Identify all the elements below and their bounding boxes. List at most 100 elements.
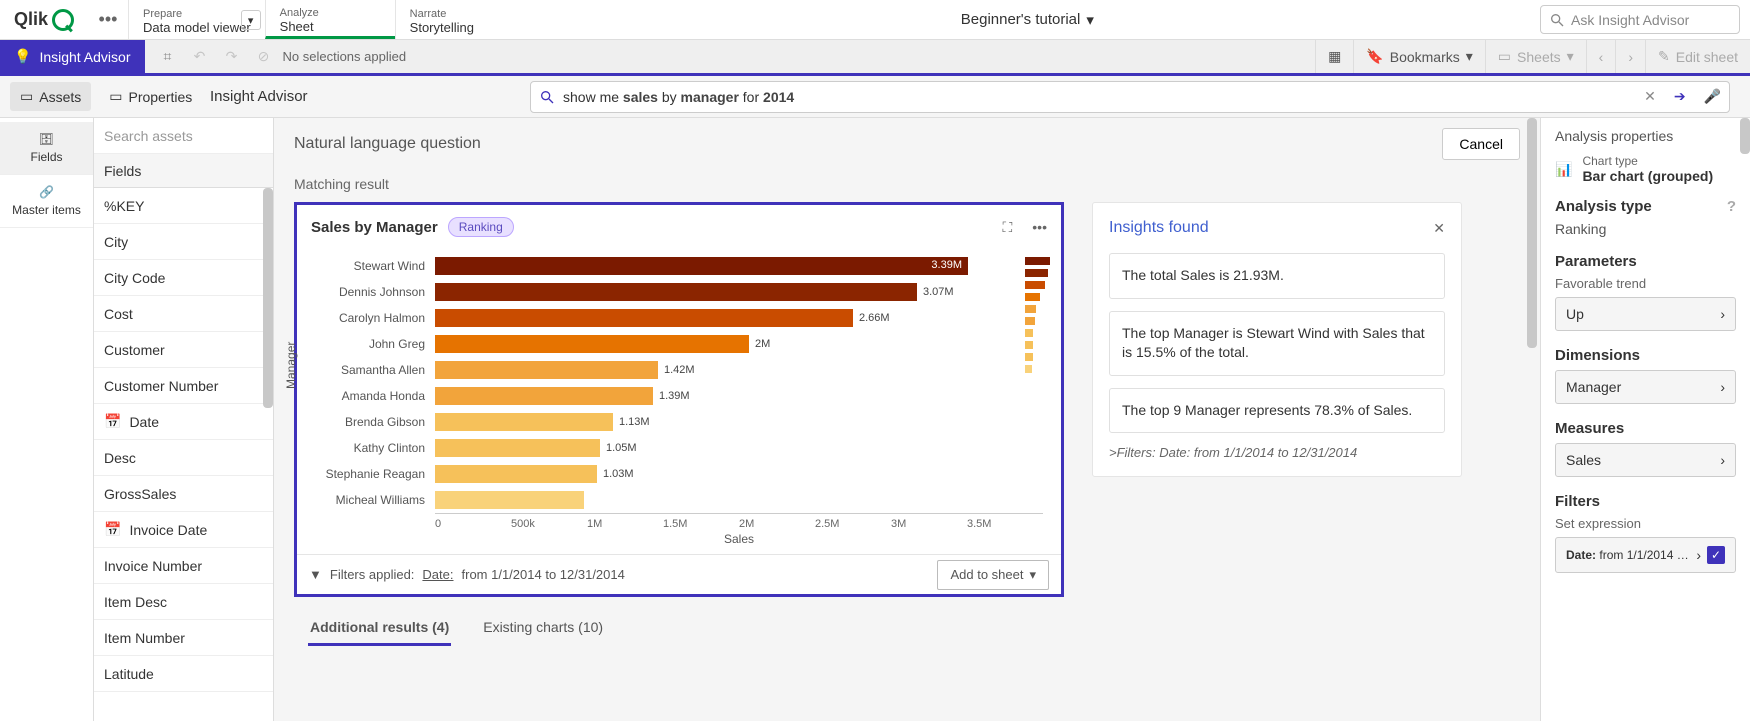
field-item[interactable]: 📅Date (94, 404, 273, 440)
assets-search[interactable]: Search assets (94, 118, 273, 154)
nav-analyze-small: Analyze (280, 7, 381, 19)
filter-field: Date: (422, 567, 453, 582)
close-icon[interactable]: ✕ (1433, 220, 1445, 237)
app-title[interactable]: Beginner's tutorial ▾ (525, 0, 1530, 39)
field-item[interactable]: Desc (94, 440, 273, 476)
chevron-down-icon: ▾ (1029, 567, 1036, 583)
nav-prepare[interactable]: Prepare Data model viewer ▾ (128, 0, 265, 39)
qlik-logo[interactable]: Qlik (0, 0, 88, 39)
bar-row[interactable]: Amanda Honda1.39M (315, 383, 1043, 409)
fullscreen-icon[interactable]: ⛶ (1002, 219, 1012, 236)
field-item[interactable]: GrossSales (94, 476, 273, 512)
bar-row[interactable]: John Greg2M (315, 331, 1043, 357)
analysis-badge: Ranking (448, 217, 514, 237)
nav-analyze[interactable]: Analyze Sheet (265, 0, 395, 39)
more-icon[interactable]: ••• (1032, 219, 1047, 235)
bar-category: Brenda Gibson (315, 415, 435, 429)
query-input[interactable]: show me sales by manager for 2014 ✕ ➔ 🎤 (530, 81, 1730, 113)
filter-value: from 1/1/2014 to 12/31/2014 (462, 567, 625, 582)
bar-row[interactable]: Samantha Allen1.42M (315, 357, 1043, 383)
panel-header: Analysis properties (1555, 128, 1736, 144)
cancel-button[interactable]: Cancel (1442, 128, 1520, 160)
bar-row[interactable]: Dennis Johnson3.07M (315, 279, 1043, 305)
assets-scrollbar[interactable] (263, 188, 273, 408)
field-item[interactable]: 📅Invoice Date (94, 512, 273, 548)
x-tick: 1.5M (663, 518, 739, 530)
dimension-selector[interactable]: Manager › (1555, 370, 1736, 404)
rail-fields[interactable]: 🗄 Fields (0, 122, 93, 175)
filter-icon: ▼ (309, 567, 322, 582)
bar-value: 1.03M (603, 468, 634, 480)
bar-value: 3.39M (931, 259, 962, 271)
prev-sheet-button[interactable]: ‹ (1586, 40, 1616, 73)
insight-card[interactable]: The top Manager is Stewart Wind with Sal… (1109, 311, 1445, 376)
tab-existing-charts[interactable]: Existing charts (10) (481, 611, 605, 646)
sheet-icon: ▭ (1498, 48, 1511, 65)
help-icon[interactable]: ? (1727, 198, 1736, 215)
field-item[interactable]: Item Number (94, 620, 273, 656)
filter-checkbox[interactable]: ✓ (1707, 546, 1725, 564)
bar-category: Stephanie Reagan (315, 467, 435, 481)
insight-advisor-button[interactable]: 💡 Insight Advisor (0, 40, 145, 73)
minimap[interactable] (1025, 257, 1051, 377)
bar (435, 465, 597, 483)
field-item[interactable]: City Code (94, 260, 273, 296)
sheets-button[interactable]: ▭ Sheets ▾ (1485, 40, 1586, 73)
field-item[interactable]: %KEY (94, 188, 273, 224)
bar-row[interactable]: Brenda Gibson1.13M (315, 409, 1043, 435)
bar-row[interactable]: Kathy Clinton1.05M (315, 435, 1043, 461)
favorable-selector[interactable]: Up › (1555, 297, 1736, 331)
nav-narrate[interactable]: Narrate Storytelling (395, 0, 525, 39)
field-item[interactable]: Item Desc (94, 584, 273, 620)
selections-tool-icon[interactable]: ▦ (1315, 40, 1353, 73)
microphone-icon[interactable]: 🎤 (1704, 88, 1721, 105)
bar-value: 1.39M (659, 390, 690, 402)
measure-selector[interactable]: Sales › (1555, 443, 1736, 477)
x-tick: 1M (587, 518, 663, 530)
step-forward-icon[interactable]: ↷ (219, 44, 245, 70)
tab-additional-results[interactable]: Additional results (4) (308, 611, 451, 646)
filter-selector[interactable]: Date: Date: from 1/1/2014 to 1...from 1/… (1555, 537, 1736, 573)
minimap-bar (1025, 257, 1050, 265)
global-search[interactable]: Ask Insight Advisor (1540, 5, 1740, 34)
bar-category: Micheal Williams (315, 493, 435, 507)
add-to-sheet-button[interactable]: Add to sheet ▾ (937, 560, 1049, 590)
global-menu-icon[interactable]: ••• (88, 0, 128, 39)
chart-area[interactable]: Manager Stewart Wind3.39MDennis Johnson3… (297, 249, 1061, 554)
insight-card[interactable]: The top 9 Manager represents 78.3% of Sa… (1109, 388, 1445, 434)
assets-tab[interactable]: ▭ Assets (10, 82, 91, 111)
properties-tab[interactable]: ▭ Properties (99, 82, 202, 111)
clear-icon[interactable]: ✕ (1644, 88, 1656, 105)
bar-category: Stewart Wind (315, 259, 435, 273)
field-item[interactable]: Invoice Number (94, 548, 273, 584)
smart-search-icon[interactable]: ⌗ (155, 44, 181, 70)
bar-row[interactable]: Carolyn Halmon2.66M (315, 305, 1043, 331)
right-scrollbar[interactable] (1740, 118, 1750, 154)
next-sheet-button[interactable]: › (1615, 40, 1645, 73)
field-item[interactable]: Latitude (94, 656, 273, 692)
question-heading: Natural language question (294, 135, 481, 153)
analysis-type-label: Analysis type (1555, 198, 1652, 215)
bar-category: John Greg (315, 337, 435, 351)
center-scrollbar[interactable] (1527, 118, 1537, 721)
field-item[interactable]: Customer Number (94, 368, 273, 404)
step-back-icon[interactable]: ↶ (187, 44, 213, 70)
bar-row[interactable]: Micheal Williams (315, 487, 1043, 513)
insight-card[interactable]: The total Sales is 21.93M. (1109, 253, 1445, 299)
advisor-title: Insight Advisor (190, 76, 510, 117)
bar-row[interactable]: Stewart Wind 3.39M (315, 253, 1043, 279)
edit-sheet-button[interactable]: ✎ Edit sheet (1645, 40, 1750, 73)
field-item[interactable]: Customer (94, 332, 273, 368)
clear-selections-icon[interactable]: ⊘ (251, 44, 277, 70)
bar (435, 335, 749, 353)
submit-icon[interactable]: ➔ (1674, 88, 1686, 105)
field-item[interactable]: Cost (94, 296, 273, 332)
bar-row[interactable]: Stephanie Reagan 1.03M (315, 461, 1043, 487)
chevron-down-icon[interactable]: ▾ (241, 10, 261, 30)
field-item[interactable]: City (94, 224, 273, 260)
rail-master-items[interactable]: 🔗 Master items (0, 175, 93, 228)
chart-type-value: Bar chart (grouped) (1582, 168, 1713, 184)
bookmarks-button[interactable]: 🔖 Bookmarks ▾ (1353, 40, 1485, 73)
properties-label: Properties (128, 89, 192, 105)
properties-icon: ▭ (109, 88, 122, 105)
